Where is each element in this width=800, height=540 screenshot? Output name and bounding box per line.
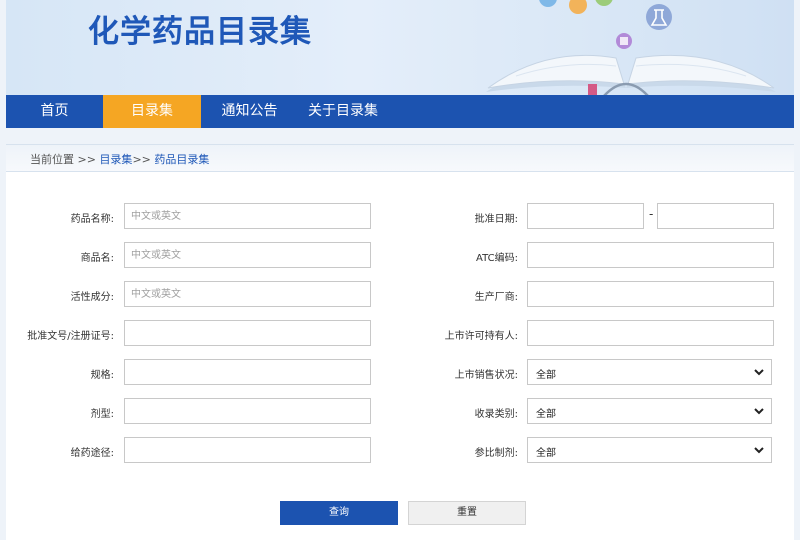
header-banner: 化学药品目录集 <box>6 0 794 96</box>
label-dosage-form: 剂型: <box>90 409 114 420</box>
sales-status-select[interactable]: 全部 <box>527 359 772 385</box>
label-active-ingredient: 活性成分: <box>70 292 114 303</box>
chevron-down-icon <box>754 408 764 415</box>
chevron-down-icon <box>754 369 764 376</box>
breadcrumb-catalog-link[interactable]: 目录集 <box>99 153 132 166</box>
label-trade-name: 商品名: <box>80 253 114 264</box>
specification-input[interactable] <box>124 359 371 385</box>
search-button[interactable]: 查询 <box>280 501 398 525</box>
chevron-down-icon <box>754 447 764 454</box>
label-drug-name: 药品名称: <box>70 214 114 225</box>
manufacturer-input[interactable] <box>527 281 774 307</box>
approval-date-end-input[interactable] <box>657 203 774 229</box>
reset-button[interactable]: 重置 <box>408 501 526 525</box>
label-approval-number: 批准文号/注册证号: <box>27 331 114 342</box>
nav-item-home[interactable]: 首页 <box>6 95 103 128</box>
label-license-holder: 上市许可持有人: <box>444 331 518 342</box>
reference-preparation-select[interactable]: 全部 <box>527 437 772 463</box>
dosage-form-input[interactable] <box>124 398 371 424</box>
approval-date-start-input[interactable] <box>527 203 644 229</box>
route-input[interactable] <box>124 437 371 463</box>
atc-code-input[interactable] <box>527 242 774 268</box>
drug-name-input[interactable] <box>124 203 371 229</box>
date-range-separator: - <box>649 207 654 221</box>
nav-item-about[interactable]: 关于目录集 <box>298 95 388 128</box>
active-ingredient-input[interactable] <box>124 281 371 307</box>
category-select[interactable]: 全部 <box>527 398 772 424</box>
sales-status-value: 全部 <box>536 370 556 381</box>
approval-number-input[interactable] <box>124 320 371 346</box>
nav-item-catalog[interactable]: 目录集 <box>103 95 201 128</box>
label-route: 给药途径: <box>70 448 114 459</box>
page: 化学药品目录集 首页 目录集 通知公告 关于目录集 当前位置 >> 目录集>> … <box>0 0 800 540</box>
breadcrumb: 当前位置 >> 目录集>> 药品目录集 <box>30 151 209 167</box>
label-reference-preparation: 参比制剂: <box>474 448 518 459</box>
search-form-panel: 药品名称: 商品名: 活性成分: 批准文号/注册证号: 规格: 剂型: 给药途径… <box>6 172 794 540</box>
label-specification: 规格: <box>90 370 114 381</box>
main-nav: 首页 目录集 通知公告 关于目录集 <box>6 95 794 128</box>
label-atc-code: ATC编码: <box>476 253 518 264</box>
nav-item-notices[interactable]: 通知公告 <box>201 95 298 128</box>
open-book-illustration <box>486 0 776 96</box>
site-title: 化学药品目录集 <box>88 14 312 50</box>
breadcrumb-separator: >> <box>132 153 155 166</box>
trade-name-input[interactable] <box>124 242 371 268</box>
reference-preparation-value: 全部 <box>536 448 556 459</box>
breadcrumb-prefix: 当前位置 >> <box>30 153 100 166</box>
label-manufacturer: 生产厂商: <box>474 292 518 303</box>
category-value: 全部 <box>536 409 556 420</box>
breadcrumb-bar: 当前位置 >> 目录集>> 药品目录集 <box>6 144 794 172</box>
label-sales-status: 上市销售状况: <box>454 370 518 381</box>
label-approval-date: 批准日期: <box>474 214 518 225</box>
label-category: 收录类别: <box>474 409 518 420</box>
breadcrumb-current[interactable]: 药品目录集 <box>154 153 209 166</box>
license-holder-input[interactable] <box>527 320 774 346</box>
